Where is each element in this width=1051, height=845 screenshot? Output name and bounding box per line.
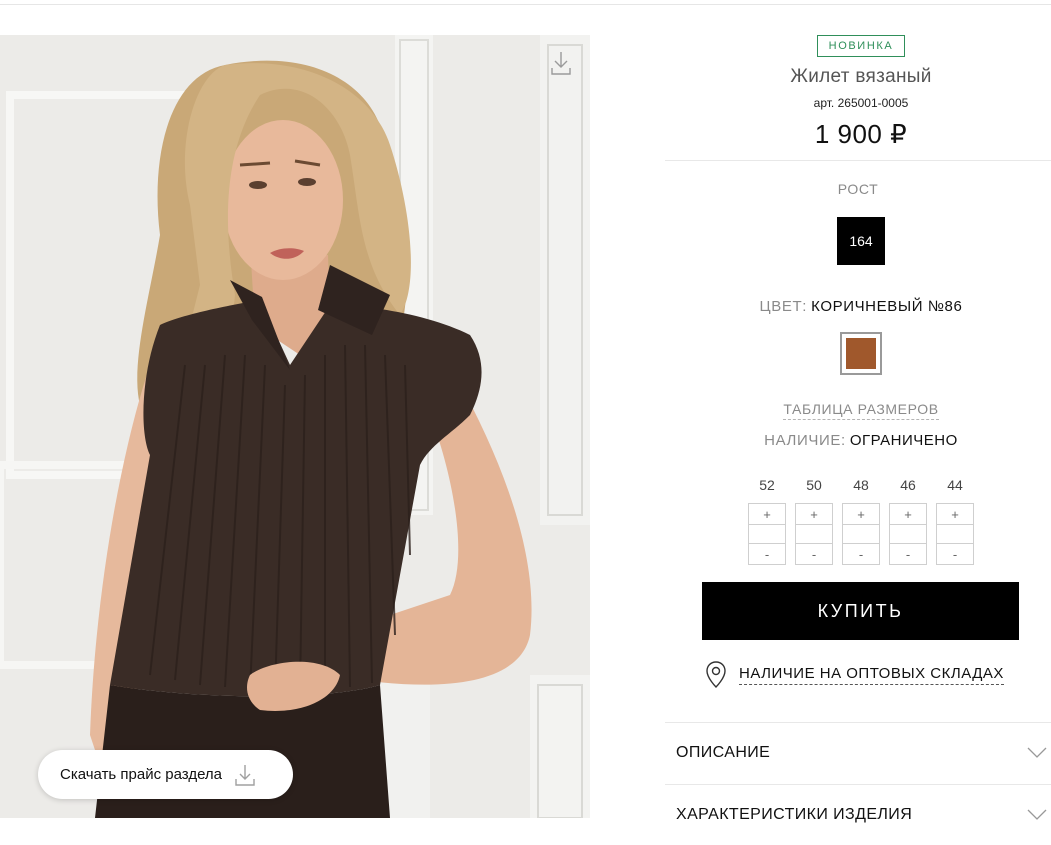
- height-label: РОСТ: [837, 181, 879, 197]
- plus-button[interactable]: +: [890, 504, 926, 524]
- qty-stepper: + -: [842, 503, 880, 565]
- location-pin-icon: [706, 661, 726, 688]
- qty-stepper: + -: [936, 503, 974, 565]
- minus-button[interactable]: -: [890, 544, 926, 564]
- divider: [665, 160, 1051, 161]
- availability-line: НАЛИЧИЕ: ОГРАНИЧЕНО: [665, 432, 1051, 449]
- product-info-panel: НОВИНКА Жилет вязаный арт. 265001-0005 1…: [665, 0, 1051, 823]
- plus-button[interactable]: +: [843, 504, 879, 524]
- qty-input[interactable]: [843, 524, 879, 544]
- size-qty-50: 50 + -: [795, 477, 833, 565]
- minus-button[interactable]: -: [843, 544, 879, 564]
- size-qty-46: 46 + -: [889, 477, 927, 565]
- size-label: 44: [947, 477, 963, 493]
- qty-input[interactable]: [749, 524, 785, 544]
- accordion-label: ХАРАКТЕРИСТИКИ ИЗДЕЛИЯ: [676, 806, 913, 823]
- color-swatch-fill: [846, 338, 876, 369]
- accordion-characteristics[interactable]: ХАРАКТЕРИСТИКИ ИЗДЕЛИЯ: [665, 785, 1051, 845]
- download-price-label: Скачать прайс раздела: [60, 766, 223, 783]
- buy-button[interactable]: КУПИТЬ: [702, 582, 1019, 640]
- color-value: КОРИЧНЕВЫЙ №86: [811, 298, 963, 315]
- size-label: 52: [759, 477, 775, 493]
- accordion-label: ОПИСАНИЕ: [676, 744, 771, 761]
- color-swatch-brown[interactable]: [840, 332, 882, 375]
- size-label: 50: [806, 477, 822, 493]
- warehouse-availability-link[interactable]: НАЛИЧИЕ НА ОПТОВЫХ СКЛАДАХ: [705, 660, 1004, 690]
- size-label: 46: [900, 477, 916, 493]
- plus-button[interactable]: +: [749, 504, 785, 524]
- chevron-down-icon: [1027, 747, 1047, 758]
- color-label: ЦВЕТ:: [759, 298, 807, 315]
- size-label: 48: [853, 477, 869, 493]
- availability-value: ОГРАНИЧЕНО: [849, 432, 958, 449]
- availability-label: НАЛИЧИЕ:: [764, 432, 846, 449]
- download-icon: [235, 764, 255, 786]
- download-icon[interactable]: [550, 50, 572, 76]
- qty-stepper: + -: [795, 503, 833, 565]
- color-line: ЦВЕТ: КОРИЧНЕВЫЙ №86: [665, 298, 1051, 315]
- chevron-down-icon: [1027, 809, 1047, 820]
- product-title: Жилет вязаный: [790, 66, 932, 87]
- size-table-link[interactable]: ТАБЛИЦА РАЗМЕРОВ: [783, 401, 939, 420]
- new-badge: НОВИНКА: [817, 35, 905, 57]
- qty-input[interactable]: [796, 524, 832, 544]
- size-table-link-wrap: ТАБЛИЦА РАЗМЕРОВ: [665, 401, 1051, 420]
- plus-button[interactable]: +: [796, 504, 832, 524]
- minus-button[interactable]: -: [796, 544, 832, 564]
- product-photo[interactable]: [0, 35, 590, 818]
- product-article: арт. 265001-0005: [813, 96, 909, 110]
- size-qty-44: 44 + -: [936, 477, 974, 565]
- accordion-description[interactable]: ОПИСАНИЕ: [665, 723, 1051, 783]
- plus-button[interactable]: +: [937, 504, 973, 524]
- qty-input[interactable]: [937, 524, 973, 544]
- qty-input[interactable]: [890, 524, 926, 544]
- warehouse-link-label: НАЛИЧИЕ НА ОПТОВЫХ СКЛАДАХ: [739, 665, 1004, 685]
- qty-stepper: + -: [889, 503, 927, 565]
- height-option-164[interactable]: 164: [837, 217, 885, 265]
- size-qty-52: 52 + -: [748, 477, 786, 565]
- product-price: 1 900 ₽: [814, 119, 908, 149]
- model-image: [0, 35, 590, 818]
- minus-button[interactable]: -: [749, 544, 785, 564]
- download-price-button[interactable]: Скачать прайс раздела: [38, 750, 293, 799]
- minus-button[interactable]: -: [937, 544, 973, 564]
- size-qty-48: 48 + -: [842, 477, 880, 565]
- qty-stepper: + -: [748, 503, 786, 565]
